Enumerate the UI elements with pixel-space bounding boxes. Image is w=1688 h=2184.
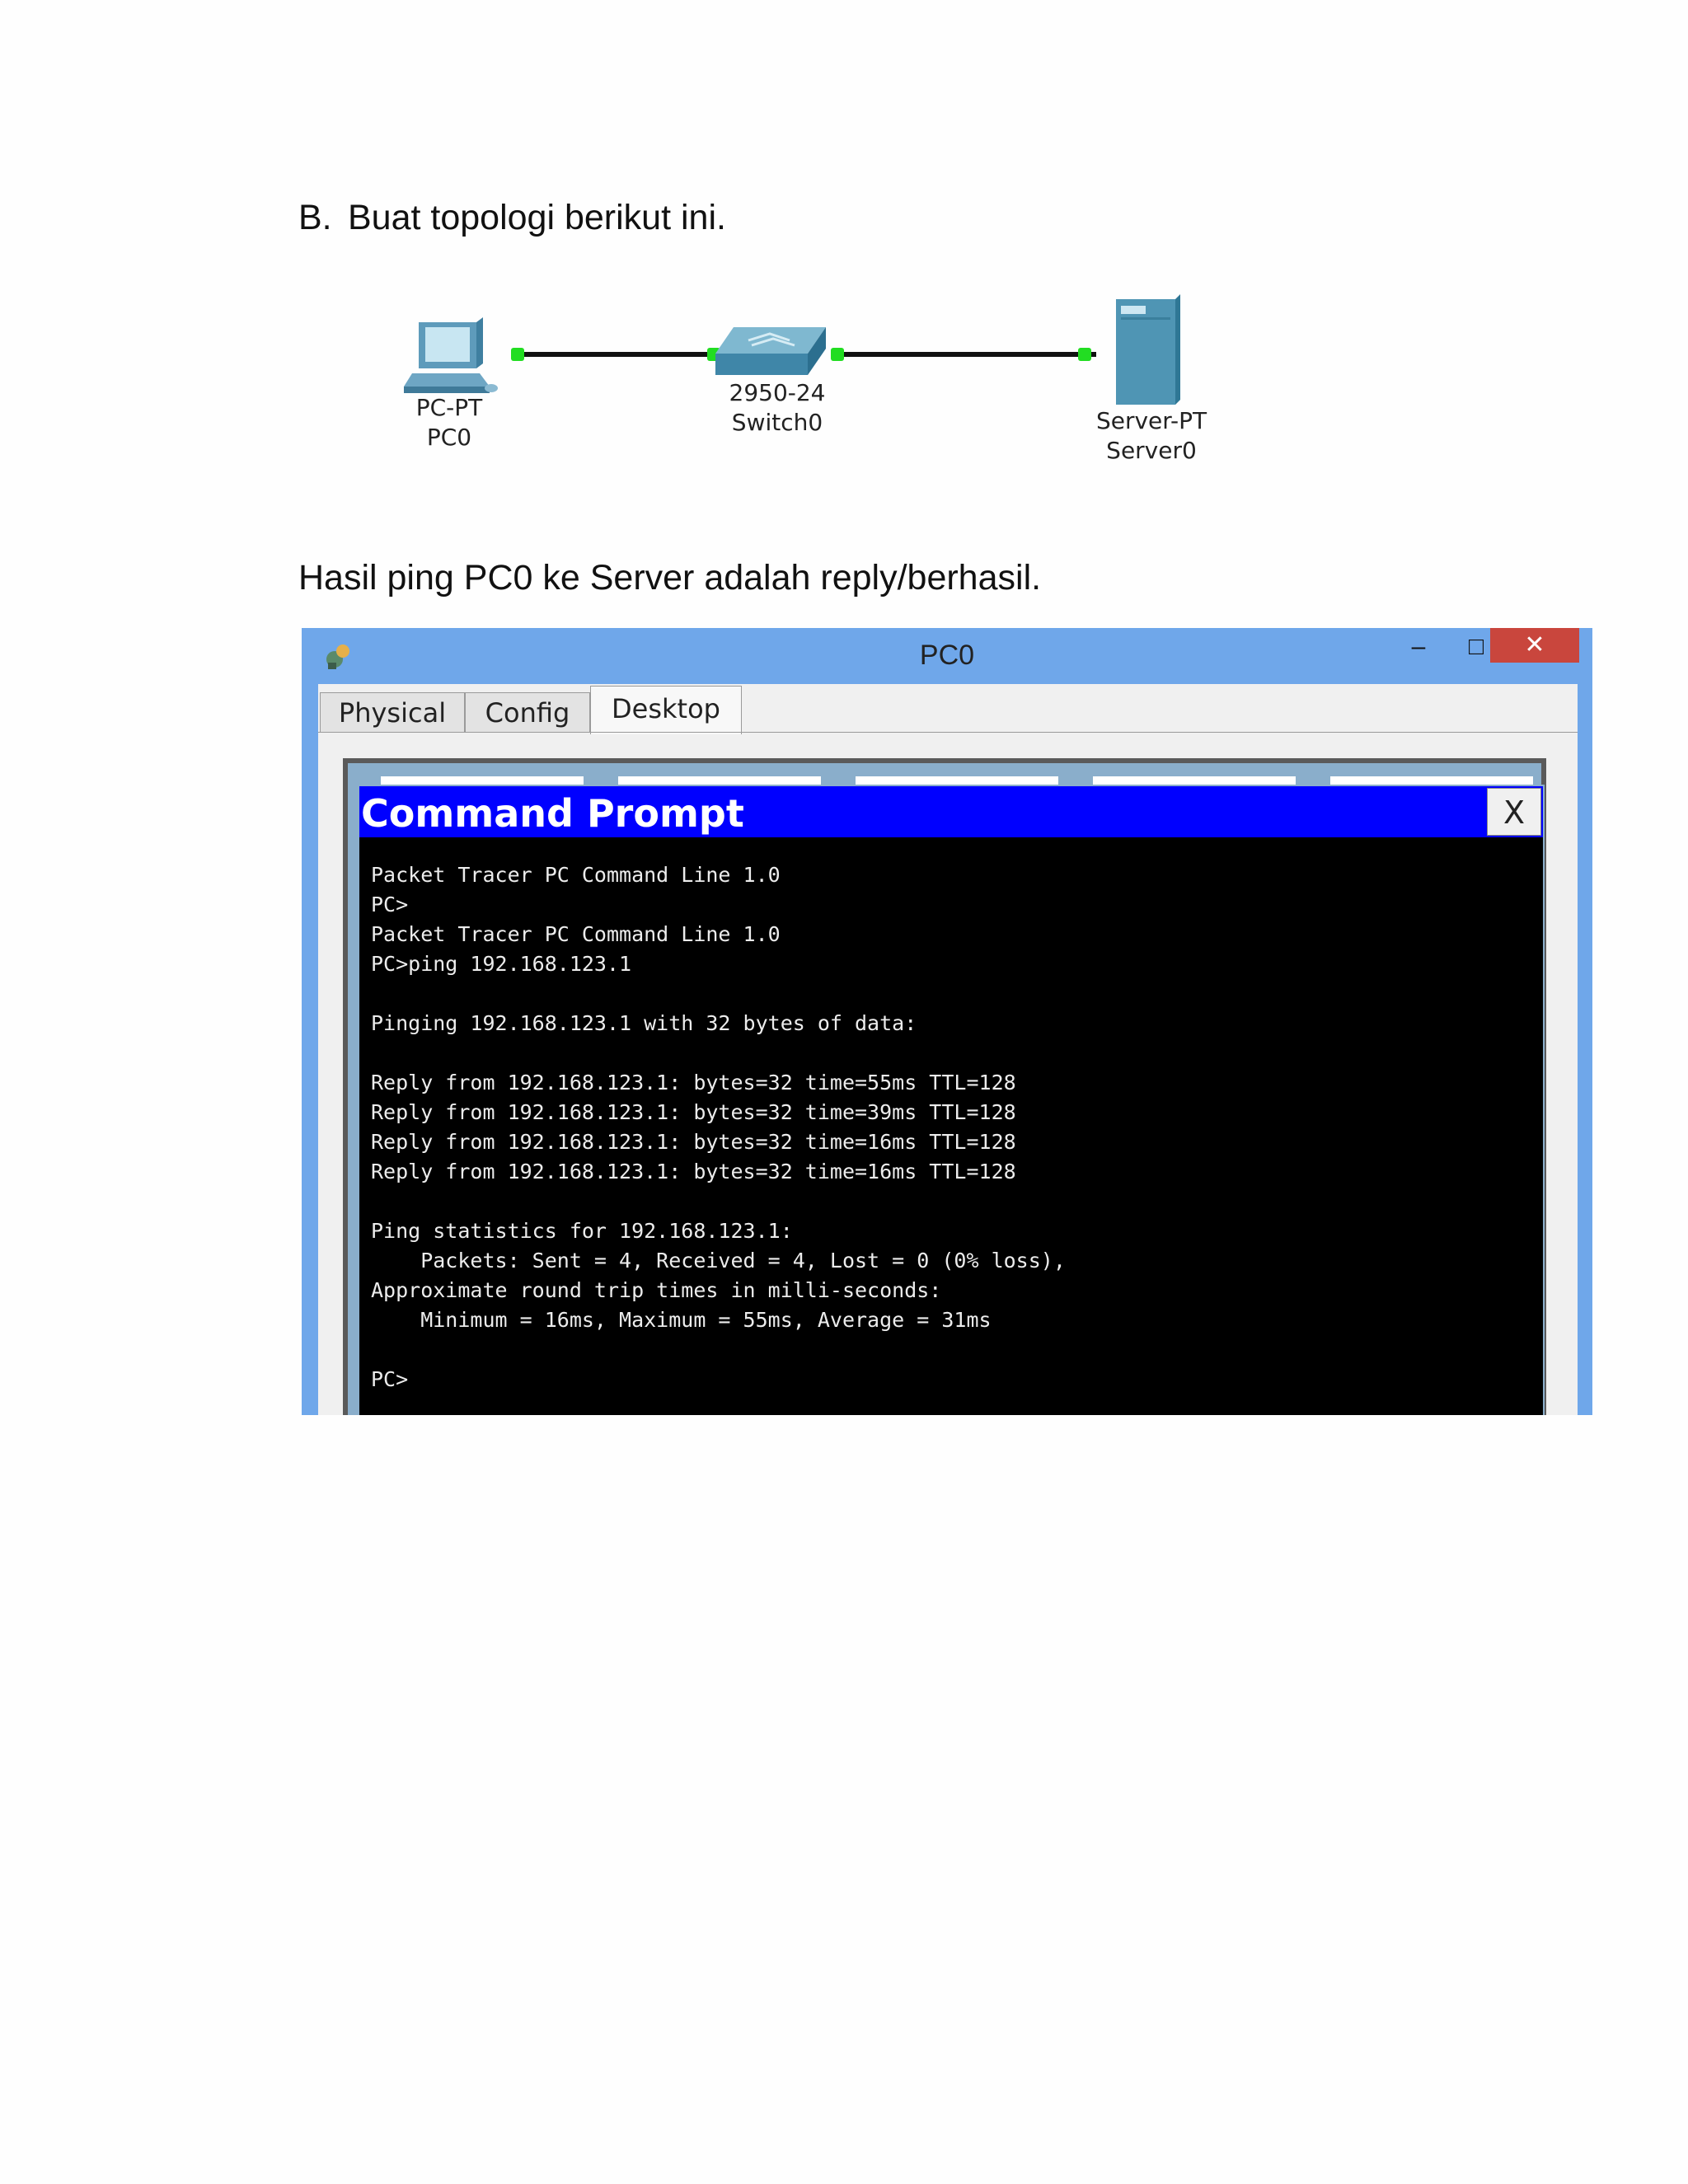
tab-config[interactable]: Config bbox=[465, 692, 590, 733]
tab-physical[interactable]: Physical bbox=[320, 692, 465, 733]
desktop-app-tile[interactable] bbox=[618, 776, 821, 785]
server-name: Server0 bbox=[1106, 437, 1197, 464]
switch-type: 2950-24 bbox=[729, 379, 826, 406]
window-titlebar[interactable]: PC0 – □ ✕ bbox=[302, 628, 1592, 684]
pc0-window: PC0 – □ ✕ Physical Config Desktop Comman… bbox=[302, 628, 1592, 1415]
command-prompt-window: Command Prompt X Packet Tracer PC Comman… bbox=[358, 785, 1545, 1415]
result-paragraph: Hasil ping PC0 ke Server adalah reply/be… bbox=[298, 558, 1042, 598]
command-prompt-titlebar: Command Prompt X bbox=[359, 786, 1543, 837]
command-prompt-close-button[interactable]: X bbox=[1487, 788, 1541, 836]
pc-name: PC0 bbox=[426, 424, 472, 451]
desktop-app-tile[interactable] bbox=[1330, 776, 1533, 785]
tab-desktop[interactable]: Desktop bbox=[590, 686, 742, 734]
tab-divider bbox=[318, 732, 1578, 733]
window-client-area: Physical Config Desktop Command Prompt X bbox=[318, 684, 1578, 1415]
section-heading: B. Buat topologi berikut ini. bbox=[298, 198, 726, 238]
pc-label: PC-PT PC0 bbox=[396, 393, 503, 452]
server-type: Server-PT bbox=[1095, 407, 1207, 434]
command-output[interactable]: Packet Tracer PC Command Line 1.0 PC> Pa… bbox=[371, 860, 1531, 1394]
command-prompt-title: Command Prompt bbox=[361, 791, 744, 836]
section-heading-text: Buat topologi berikut ini. bbox=[348, 198, 726, 237]
section-marker: B. bbox=[298, 198, 332, 237]
pc-icon[interactable] bbox=[404, 316, 503, 398]
desktop-app-tile[interactable] bbox=[856, 776, 1058, 785]
link-switch-server bbox=[832, 352, 1096, 357]
link-pc-switch bbox=[511, 352, 709, 357]
minimize-button[interactable]: – bbox=[1390, 633, 1447, 668]
desktop-app-tile[interactable] bbox=[381, 776, 584, 785]
desktop-panel: Command Prompt X Packet Tracer PC Comman… bbox=[343, 758, 1546, 1415]
port-status-pc bbox=[511, 348, 524, 361]
server-label: Server-PT Server0 bbox=[1090, 406, 1213, 466]
port-status-switch-right bbox=[831, 348, 844, 361]
close-button[interactable]: ✕ bbox=[1490, 628, 1579, 663]
desktop-app-strip bbox=[348, 763, 1541, 785]
desktop-inner: Command Prompt X Packet Tracer PC Comman… bbox=[348, 763, 1545, 1415]
switch-label: 2950-24 Switch0 bbox=[715, 378, 839, 438]
server-icon[interactable] bbox=[1111, 293, 1185, 408]
switch-name: Switch0 bbox=[731, 409, 823, 436]
network-topology: PC-PT PC0 2950-24 Switch0 Server-PT Serv… bbox=[387, 293, 1228, 482]
desktop-app-tile[interactable] bbox=[1093, 776, 1296, 785]
pc-type: PC-PT bbox=[415, 394, 483, 421]
port-status-server bbox=[1078, 348, 1091, 361]
switch-icon[interactable] bbox=[715, 326, 831, 378]
